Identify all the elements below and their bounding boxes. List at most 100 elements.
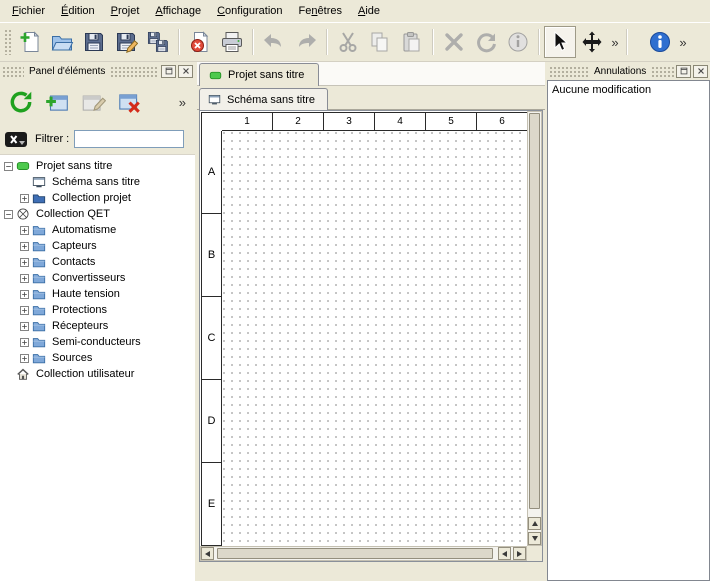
close-icon [181, 66, 191, 76]
pan-mode-button[interactable] [576, 26, 608, 58]
close-file-button[interactable] [184, 26, 216, 58]
edit-element-button[interactable] [76, 85, 110, 119]
qelectrotech-window: FichierÉditionProjetAffichageConfigurati… [0, 0, 710, 581]
clear-filter-button[interactable] [4, 129, 30, 149]
info-button[interactable] [644, 26, 676, 58]
selection-mode-button[interactable] [544, 26, 576, 58]
tree-item[interactable]: Récepteurs [0, 318, 195, 334]
copy-button[interactable] [364, 26, 396, 58]
tree-item[interactable]: Contacts [0, 254, 195, 270]
horizontal-scrollbar[interactable] [200, 546, 527, 561]
tree-item[interactable]: Convertisseurs [0, 270, 195, 286]
scrollbar-thumb[interactable] [529, 113, 540, 509]
close-panel-button[interactable] [178, 65, 193, 78]
print-button[interactable] [216, 26, 248, 58]
dock-grip[interactable] [651, 66, 674, 77]
scroll-right-button[interactable] [513, 547, 526, 560]
menu-aide[interactable]: Aide [350, 1, 388, 21]
expand-icon[interactable] [20, 306, 29, 315]
delete-button[interactable] [438, 26, 470, 58]
new-document-icon [18, 30, 42, 54]
rotate-button[interactable] [470, 26, 502, 58]
menu-fichier[interactable]: Fichier [4, 1, 53, 21]
tree-item[interactable]: Schéma sans titre [0, 174, 195, 190]
reload-collections-button[interactable] [4, 85, 38, 119]
print-icon [220, 30, 244, 54]
expand-icon[interactable] [20, 242, 29, 251]
tree-item[interactable]: Sources [0, 350, 195, 366]
expand-icon[interactable] [20, 194, 29, 203]
tree-item[interactable]: Automatisme [0, 222, 195, 238]
panel-toolbar-overflow[interactable]: » [174, 95, 191, 110]
folder-icon [32, 223, 48, 237]
scroll-left-button[interactable] [201, 547, 214, 560]
menu-affichage[interactable]: Affichage [147, 1, 209, 21]
tree-item[interactable]: Semi-conducteurs [0, 334, 195, 350]
expand-icon[interactable] [20, 338, 29, 347]
folder-icon [32, 351, 48, 365]
float-panel-button[interactable] [161, 65, 176, 78]
project-tab[interactable]: Projet sans titre [199, 63, 319, 86]
tree-item[interactable]: Projet sans titre [0, 158, 195, 174]
tree-item[interactable]: Protections [0, 302, 195, 318]
modes-overflow-button[interactable]: » [608, 28, 622, 56]
save-all-button[interactable] [142, 26, 174, 58]
toolbar-separator [626, 29, 628, 55]
dock-grip[interactable] [110, 66, 159, 77]
dock-grip[interactable] [549, 66, 589, 77]
menu-configuration[interactable]: Configuration [209, 1, 290, 21]
float-panel-button[interactable] [676, 65, 691, 78]
delete-element-button[interactable] [112, 85, 146, 119]
menu-edition[interactable]: Édition [53, 1, 103, 21]
float-window-icon [679, 66, 689, 76]
new-project-button[interactable] [14, 26, 46, 58]
open-button[interactable] [46, 26, 78, 58]
toolbar-separator [538, 29, 540, 55]
tree-item-label: Haute tension [52, 288, 120, 300]
vertical-scrollbar[interactable] [527, 111, 542, 546]
schema-icon [208, 93, 221, 106]
close-panel-button[interactable] [693, 65, 708, 78]
expand-icon[interactable] [20, 258, 29, 267]
save-button[interactable] [78, 26, 110, 58]
scrollbar-thumb[interactable] [217, 548, 493, 559]
tree-item[interactable]: Collection utilisateur [0, 366, 195, 382]
paste-button[interactable] [396, 26, 428, 58]
properties-button[interactable] [502, 26, 534, 58]
dock-grip[interactable] [2, 66, 24, 77]
arrow-left-icon [205, 551, 210, 557]
new-element-button[interactable] [40, 85, 74, 119]
scroll-up-button[interactable] [528, 517, 541, 530]
undo-list-item[interactable]: Aucune modification [552, 84, 705, 96]
scroll-down-button[interactable] [528, 532, 541, 545]
toolbar-handle[interactable] [4, 29, 11, 55]
expand-icon[interactable] [20, 290, 29, 299]
home-icon [16, 367, 32, 381]
menu-projet[interactable]: Projet [103, 1, 148, 21]
menu-fenetres[interactable]: Fenêtres [291, 1, 350, 21]
toolbar-overflow-button[interactable]: » [676, 28, 690, 56]
save-as-button[interactable] [110, 26, 142, 58]
expand-icon[interactable] [20, 226, 29, 235]
schema-tab-label: Schéma sans titre [227, 94, 315, 106]
filter-input[interactable] [74, 130, 184, 148]
grid-column-label: 5 [426, 113, 477, 130]
undo-button[interactable] [258, 26, 290, 58]
collapse-icon[interactable] [4, 162, 13, 171]
scroll-left-button[interactable] [498, 547, 511, 560]
collapse-icon[interactable] [4, 210, 13, 219]
cut-button[interactable] [332, 26, 364, 58]
expand-icon[interactable] [20, 274, 29, 283]
tree-item[interactable]: Collection QET [0, 206, 195, 222]
tree-item[interactable]: Collection projet [0, 190, 195, 206]
expand-icon[interactable] [20, 354, 29, 363]
schema-canvas[interactable]: 123456 ABCDE [200, 111, 527, 546]
save-all-icon [146, 30, 170, 54]
schema-tab[interactable]: Schéma sans titre [199, 88, 328, 110]
redo-button[interactable] [290, 26, 322, 58]
toolbar-separator [326, 29, 328, 55]
tree-item[interactable]: Capteurs [0, 238, 195, 254]
tree-item[interactable]: Haute tension [0, 286, 195, 302]
expand-icon[interactable] [20, 322, 29, 331]
tree-item-label: Protections [52, 304, 107, 316]
